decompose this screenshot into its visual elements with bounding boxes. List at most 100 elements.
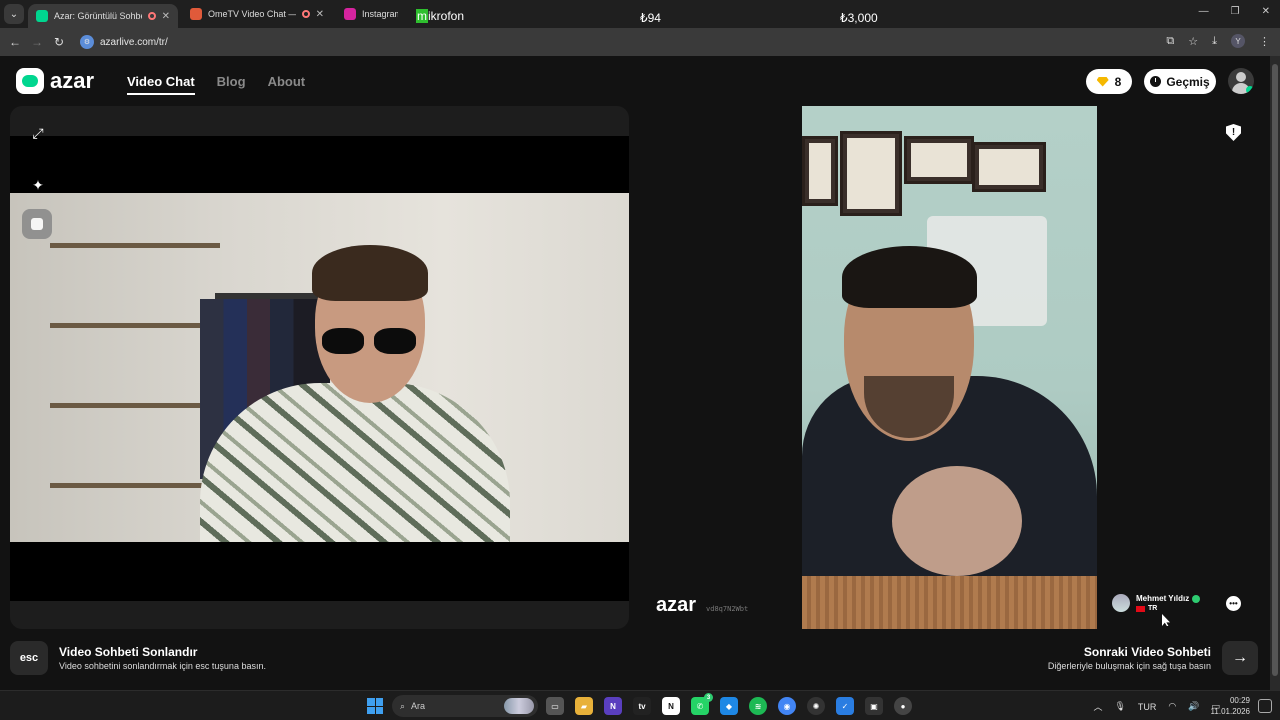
- partner-name: Mehmet Yıldız: [1136, 594, 1190, 603]
- expand-icon[interactable]: ⤢: [29, 124, 47, 142]
- download-icon[interactable]: ⤓: [1212, 35, 1217, 48]
- my-camera-video: [10, 136, 629, 601]
- volume-icon[interactable]: 🔊: [1188, 701, 1199, 712]
- back-icon[interactable]: ←: [4, 35, 26, 49]
- profile-avatar[interactable]: [1228, 68, 1254, 94]
- url-field[interactable]: ⚙ azarlive.com/tr/: [80, 35, 168, 49]
- clock-icon: [1150, 76, 1162, 87]
- gem-icon: [1096, 76, 1109, 87]
- mouse-cursor-icon: [1162, 614, 1170, 626]
- main-nav: Video Chat Blog About: [127, 74, 305, 95]
- close-tab-icon[interactable]: ✕: [316, 9, 324, 20]
- tab-ometv[interactable]: OmeTV Video Chat — Ome ✕: [182, 2, 332, 26]
- ometv-favicon-icon: [190, 8, 202, 20]
- file-explorer-icon[interactable]: ▰: [575, 697, 593, 715]
- taskbar-apps: ▭ ▰ N tv N ✆ 3 ◆ ≋ ◉ ✺ ✓ ▣ ●: [546, 693, 912, 715]
- wifi-icon[interactable]: ◠: [1168, 701, 1176, 712]
- mikrofon-overlay-label: mikrofon: [416, 9, 465, 23]
- turkey-flag-icon: [1136, 605, 1145, 612]
- notion-icon[interactable]: N: [662, 697, 680, 715]
- watermark-code: vd8q7N2Wbt: [706, 605, 749, 613]
- vscode-icon[interactable]: ◆: [720, 697, 738, 715]
- whatsapp-icon[interactable]: ✆ 3: [691, 693, 713, 715]
- my-camera-panel: ⤢ ✦: [10, 106, 629, 629]
- browser-tab-bar: ⌄ Azar: Görüntülü Sohbet & Y ✕ OmeTV Vid…: [0, 0, 1280, 28]
- close-tab-icon[interactable]: ✕: [162, 11, 170, 22]
- browser-menu-icon[interactable]: ⋮: [1259, 35, 1270, 48]
- taskbar-clock[interactable]: 00:29 11.01.2026: [1211, 695, 1250, 717]
- history-button[interactable]: Geçmiş: [1144, 69, 1216, 94]
- tray-chevron-up-icon[interactable]: ︿: [1093, 700, 1102, 713]
- verified-icon: [1192, 594, 1201, 603]
- todo-icon[interactable]: ✓: [836, 697, 854, 715]
- install-app-icon[interactable]: ⧉: [1166, 35, 1174, 48]
- taskbar-search[interactable]: ⌕ Ara: [392, 695, 538, 717]
- report-shield-icon[interactable]: !: [1226, 124, 1241, 141]
- price-overlay-right: ₺3,000: [840, 11, 878, 25]
- azar-logo-icon: [16, 68, 44, 94]
- windows-start-icon[interactable]: [367, 698, 383, 714]
- partner-info[interactable]: Mehmet Yıldız TR: [1112, 594, 1201, 612]
- browser-profile-avatar[interactable]: Y: [1231, 34, 1245, 48]
- nav-blog[interactable]: Blog: [217, 74, 246, 95]
- next-chat-title: Sonraki Video Sohbeti: [1083, 645, 1211, 659]
- azar-watermark: azar vd8q7N2Wbt: [656, 594, 748, 617]
- windows-taskbar: ⌕ Ara ▭ ▰ N tv N ✆ 3 ◆ ≋ ◉ ✺ ✓ ▣ ● ︿ 🎙 TU…: [0, 690, 1280, 720]
- whatsapp-badge: 3: [704, 693, 713, 702]
- gems-button[interactable]: 8: [1086, 69, 1132, 94]
- azar-logo[interactable]: azar: [16, 68, 94, 94]
- search-highlight-image: [504, 698, 534, 714]
- end-chat-title: Video Sohbeti Sonlandır: [59, 645, 198, 659]
- logo-text: azar: [50, 68, 95, 93]
- apple-tv-icon[interactable]: tv: [633, 697, 651, 715]
- nav-about[interactable]: About: [268, 74, 306, 95]
- close-window-icon[interactable]: ✕: [1262, 6, 1270, 17]
- esc-key-button[interactable]: esc: [10, 641, 48, 675]
- sparkle-effects-icon[interactable]: ✦: [29, 176, 47, 194]
- instagram-favicon-icon: [344, 8, 356, 20]
- clock-time: 00:29: [1229, 696, 1250, 705]
- chatgpt-icon[interactable]: ✺: [807, 697, 825, 715]
- next-arrow-button[interactable]: →: [1222, 641, 1258, 675]
- online-dot-icon: [1246, 86, 1254, 94]
- onenote-icon[interactable]: N: [604, 697, 622, 715]
- tab-title: Instagram: [362, 9, 398, 19]
- partner-avatar: [1112, 594, 1130, 612]
- tab-title: Azar: Görüntülü Sohbet & Y: [54, 11, 142, 21]
- notification-icon[interactable]: [1258, 699, 1272, 713]
- site-info-icon[interactable]: ⚙: [80, 35, 94, 49]
- end-chat-description: Video sohbetini sonlandırmak için esc tu…: [59, 661, 266, 671]
- arrow-right-icon: →: [1232, 649, 1248, 666]
- forward-icon[interactable]: →: [26, 35, 48, 49]
- watermark-logo: azar: [656, 594, 697, 616]
- site-header: azar Video Chat Blog About 8 Geçmiş: [0, 56, 1270, 106]
- language-indicator[interactable]: TUR: [1138, 702, 1157, 712]
- task-view-icon[interactable]: ▭: [546, 697, 564, 715]
- address-bar-actions: ⧉ ☆ ⤓ Y ⋮: [1166, 34, 1270, 48]
- nav-video-chat[interactable]: Video Chat: [127, 74, 195, 95]
- tab-instagram[interactable]: Instagram: [336, 2, 406, 26]
- face-filter-button[interactable]: [22, 209, 52, 239]
- chat-bubble-icon[interactable]: •••: [1226, 596, 1241, 611]
- history-label: Geçmiş: [1166, 74, 1210, 89]
- reload-icon[interactable]: ↻: [48, 35, 70, 49]
- app-cube-icon[interactable]: ▣: [865, 697, 883, 715]
- url-text: azarlive.com/tr/: [100, 36, 168, 48]
- bookmark-star-icon[interactable]: ☆: [1188, 35, 1198, 48]
- restore-icon[interactable]: ❐: [1231, 6, 1240, 17]
- recorder-icon[interactable]: ●: [894, 697, 912, 715]
- recording-icon: [147, 12, 156, 20]
- partner-country: TR: [1148, 605, 1158, 612]
- clock-date: 11.01.2026: [1210, 707, 1250, 716]
- microphone-icon[interactable]: 🎙: [1114, 701, 1125, 712]
- tab-search-button[interactable]: ⌄: [4, 4, 24, 24]
- chrome-icon[interactable]: ◉: [778, 697, 796, 715]
- page-scrollbar[interactable]: [1270, 56, 1280, 690]
- my-camera-scene: [10, 193, 629, 542]
- spotify-icon[interactable]: ≋: [749, 697, 767, 715]
- price-overlay-left: ₺94: [640, 11, 661, 25]
- azar-page: azar Video Chat Blog About 8 Geçmiş ⤢ ✦ …: [0, 56, 1270, 690]
- address-bar: ← → ↻ ⚙ azarlive.com/tr/ ⧉ ☆ ⤓ Y ⋮: [0, 28, 1280, 56]
- tab-azar[interactable]: Azar: Görüntülü Sohbet & Y ✕: [28, 4, 178, 28]
- minimize-icon[interactable]: —: [1199, 6, 1209, 17]
